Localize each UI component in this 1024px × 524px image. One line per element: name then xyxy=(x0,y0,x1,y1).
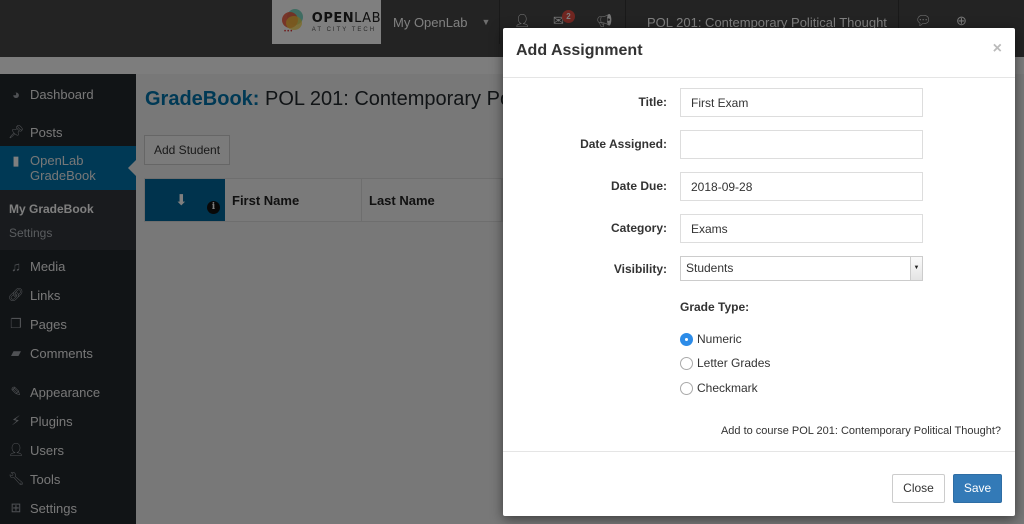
grade-type-option-checkmark[interactable]: Checkmark xyxy=(680,381,758,395)
title-input[interactable] xyxy=(680,88,923,117)
grade-type-option-letter-grades[interactable]: Letter Grades xyxy=(680,356,770,370)
add-assignment-modal: Add Assignment × Title: Date Assigned: D… xyxy=(503,28,1015,516)
radio-letter-grades[interactable] xyxy=(680,356,693,370)
save-button[interactable]: Save xyxy=(953,474,1002,503)
visibility-selected-value: Students xyxy=(686,261,734,275)
close-icon[interactable]: × xyxy=(993,40,1002,58)
close-button[interactable]: Close xyxy=(892,474,945,503)
category-label: Category: xyxy=(610,221,667,235)
radio-checkmark[interactable] xyxy=(680,381,693,395)
date-due-row: Date Due: xyxy=(503,172,1015,202)
date-due-label: Date Due: xyxy=(610,179,667,193)
grade-type-label: Grade Type: xyxy=(680,300,750,314)
date-assigned-label: Date Assigned: xyxy=(580,137,667,151)
date-assigned-input[interactable] xyxy=(680,130,923,159)
title-row: Title: xyxy=(503,88,1015,118)
chevron-down-icon: ▼ xyxy=(910,257,922,280)
radio-numeric[interactable] xyxy=(680,332,693,346)
modal-footer: Close Save xyxy=(503,451,1015,516)
date-due-input[interactable] xyxy=(680,172,923,201)
category-input[interactable] xyxy=(680,214,923,243)
modal-title: Add Assignment xyxy=(516,42,643,59)
title-label: Title: xyxy=(638,95,667,109)
add-to-course-text: Add to course POL 201: Contemporary Poli… xyxy=(720,425,1001,437)
date-assigned-row: Date Assigned: xyxy=(503,130,1015,160)
modal-header: Add Assignment × xyxy=(503,28,1015,78)
grade-type-option-numeric[interactable]: Numeric xyxy=(680,332,742,346)
visibility-row: Visibility: Students ▼ xyxy=(503,256,1015,286)
visibility-label: Visibility: xyxy=(613,262,667,276)
visibility-select[interactable]: Students ▼ xyxy=(680,256,923,281)
category-row: Category: xyxy=(503,214,1015,244)
